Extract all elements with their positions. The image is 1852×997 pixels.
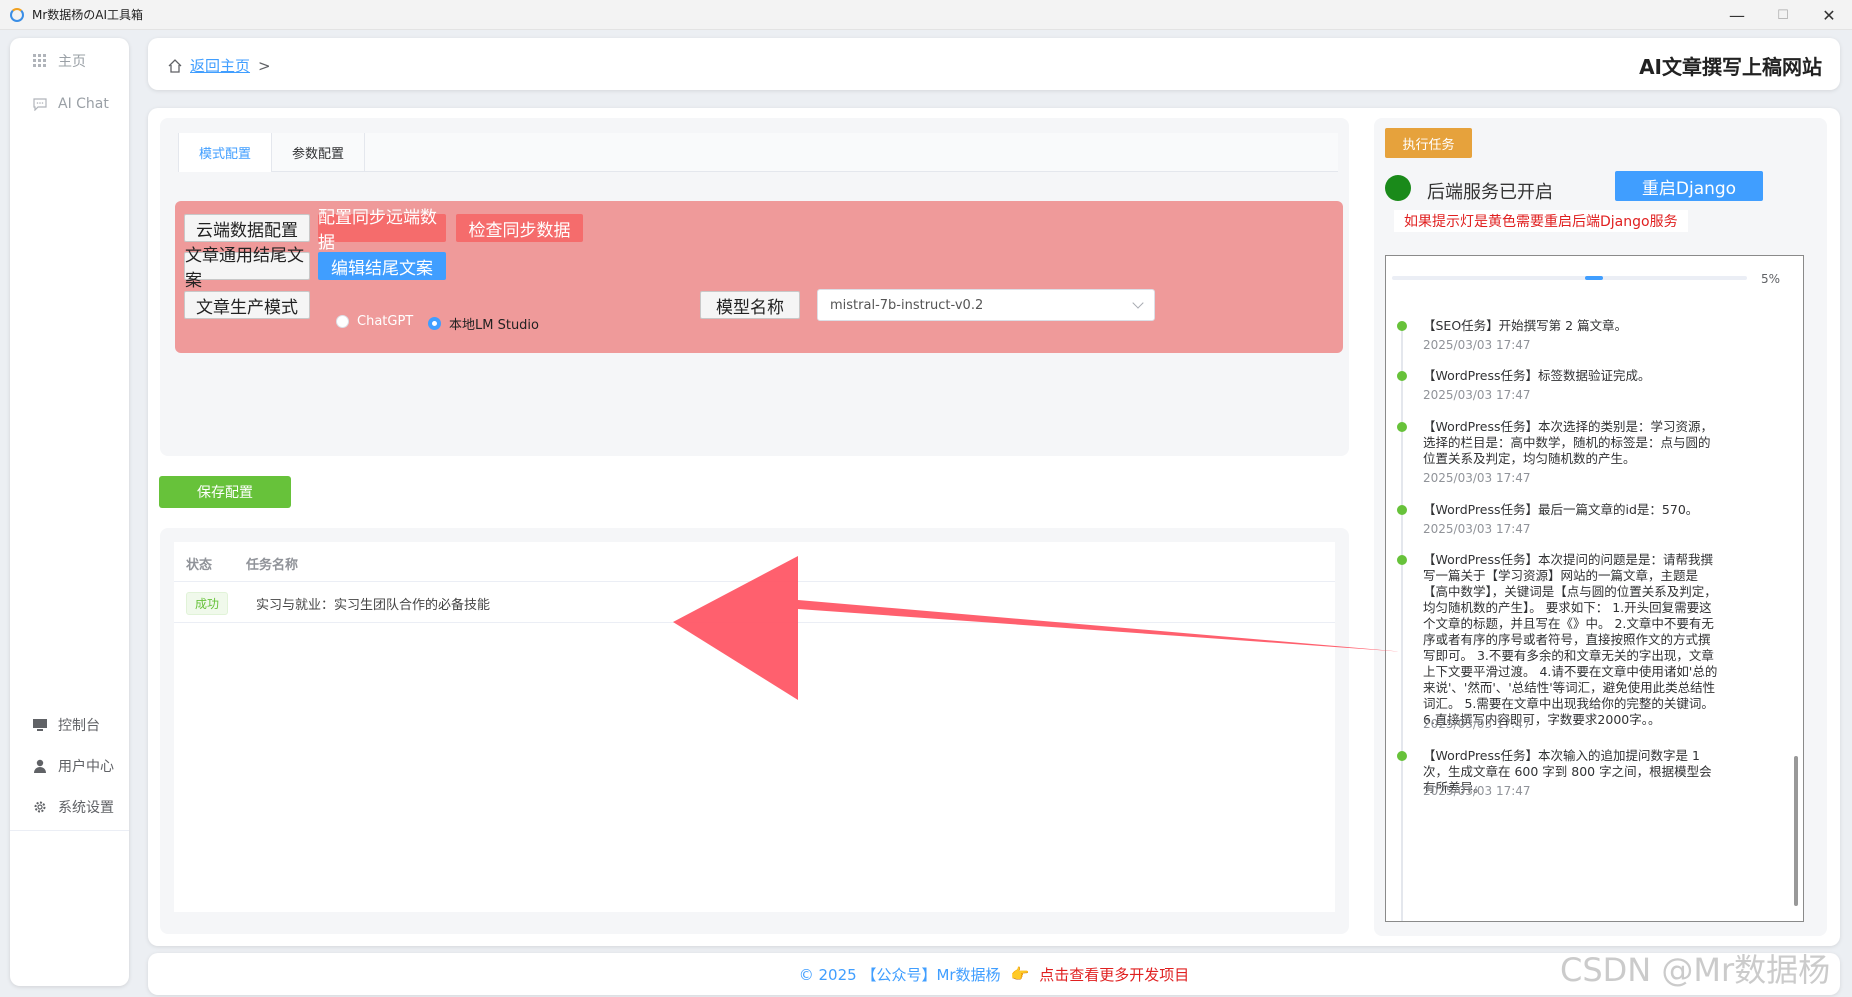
monitor-icon <box>32 717 48 733</box>
sidebar-item-ai-chat[interactable]: AI Chat <box>32 96 109 112</box>
column-header-status: 状态 <box>186 558 213 573</box>
grid-icon <box>32 53 48 69</box>
run-task-button[interactable]: 执行任务 <box>1385 128 1472 158</box>
timeline-dot <box>1397 751 1407 761</box>
timeline-dot <box>1397 505 1407 515</box>
sidebar-item-user-center[interactable]: 用户中心 <box>32 756 114 776</box>
sidebar-item-label: 控制台 <box>58 718 100 734</box>
config-tabs: 模式配置 参数配置 <box>178 133 1338 172</box>
chevron-down-icon <box>1132 297 1144 309</box>
breadcrumb: 返回主页 > <box>168 55 271 76</box>
watermark: CSDN @Mr数据杨 <box>1560 951 1831 989</box>
ending-text-button[interactable]: 文章通用结尾文案 <box>184 246 310 291</box>
timeline-dot <box>1397 371 1407 381</box>
table-header: 状态 任务名称 <box>174 542 1335 582</box>
log-text: 【WordPress任务】标签数据验证完成。 <box>1423 368 1651 383</box>
minimize-icon[interactable]: — <box>1714 0 1760 30</box>
gear-icon <box>32 799 48 815</box>
app-logo-icon <box>10 7 24 22</box>
timeline-dot <box>1397 422 1407 432</box>
config-card: 模式配置 参数配置 云端数据配置 配置同步远端数据 检查同步数据 文章通用结尾文… <box>160 118 1349 456</box>
restart-django-button[interactable]: 重启Django <box>1615 171 1763 201</box>
task-table: 状态 任务名称 成功 实习与就业：实习生团队合作的必备技能 <box>174 542 1335 912</box>
mode-config-panel: 云端数据配置 配置同步远端数据 检查同步数据 文章通用结尾文案 编辑结尾文案 文… <box>175 201 1343 353</box>
sidebar-item-settings[interactable]: 系统设置 <box>32 797 114 817</box>
chat-icon <box>32 96 48 112</box>
pointing-hand-icon: 👉 <box>1010 965 1030 983</box>
window-title: Mr数据杨のAI工具箱 <box>32 8 144 22</box>
radio-label: 本地LM Studio <box>449 318 539 333</box>
log-scrollbar[interactable] <box>1794 756 1798 906</box>
task-runner-panel: 执行任务 后端服务已开启 重启Django 如果提示灯是黄色需要重启后端Djan… <box>1374 118 1827 936</box>
warning-text: 如果提示灯是黄色需要重启后端Django服务 <box>1394 210 1688 232</box>
progress-bar <box>1392 276 1747 280</box>
sidebar-divider <box>10 830 129 831</box>
breadcrumb-separator: > <box>258 56 271 75</box>
task-card: 状态 任务名称 成功 实习与就业：实习生团队合作的必备技能 <box>160 528 1349 934</box>
mode-label-button[interactable]: 文章生产模式 <box>184 291 310 319</box>
log-panel[interactable]: 5% 【SEO任务】开始撰写第 2 篇文章。 2025/03/03 17:47 … <box>1385 255 1804 922</box>
check-sync-button[interactable]: 检查同步数据 <box>456 214 583 242</box>
status-light <box>1385 175 1411 201</box>
table-row[interactable]: 成功 实习与就业：实习生团队合作的必备技能 <box>174 582 1335 623</box>
sidebar-item-console[interactable]: 控制台 <box>32 715 100 735</box>
cloud-config-button[interactable]: 云端数据配置 <box>184 214 310 242</box>
sidebar: 主页 AI Chat 控制台 用户中心 系统设置 <box>10 38 129 986</box>
column-header-task-name: 任务名称 <box>246 558 299 573</box>
backend-status-text: 后端服务已开启 <box>1427 182 1553 203</box>
radio-circle <box>428 317 441 330</box>
header: 返回主页 > AI文章撰写上稿网站 <box>148 38 1840 90</box>
timeline-dot <box>1397 321 1407 331</box>
sidebar-item-home[interactable]: 主页 <box>32 51 86 71</box>
timeline-line <box>1401 325 1403 921</box>
log-text: 【WordPress任务】最后一篇文章的id是：570。 <box>1423 502 1699 517</box>
timeline-dot <box>1397 555 1407 565</box>
log-time: 2025/03/03 17:47 <box>1423 388 1531 402</box>
radio-label: ChatGPT <box>357 314 414 329</box>
log-time: 2025/03/03 17:47 <box>1423 717 1531 731</box>
model-select-value: mistral-7b-instruct-v0.2 <box>830 297 984 313</box>
main-panel: 模式配置 参数配置 云端数据配置 配置同步远端数据 检查同步数据 文章通用结尾文… <box>148 108 1840 946</box>
tab-param-config[interactable]: 参数配置 <box>272 133 366 172</box>
radio-circle <box>336 315 349 328</box>
home-icon[interactable] <box>168 58 182 73</box>
radio-lm-studio[interactable]: 本地LM Studio <box>428 314 539 333</box>
save-config-button[interactable]: 保存配置 <box>159 476 291 508</box>
status-badge: 成功 <box>186 592 229 615</box>
sync-remote-button[interactable]: 配置同步远端数据 <box>318 208 446 253</box>
log-text: 【WordPress任务】本次提问的问题是是：请帮我撰写一篇关于【学习资源】网站… <box>1423 552 1718 727</box>
title-bar: Mr数据杨のAI工具箱 — ☐ ✕ <box>0 0 1852 30</box>
log-text: 【WordPress任务】本次选择的类别是：学习资源，选择的栏目是：高中数学，随… <box>1423 419 1714 466</box>
maximize-icon[interactable]: ☐ <box>1760 0 1806 30</box>
radio-chatgpt[interactable]: ChatGPT <box>336 314 413 329</box>
tab-mode-config[interactable]: 模式配置 <box>178 133 273 172</box>
log-time: 2025/03/03 17:47 <box>1423 784 1531 798</box>
sidebar-item-label: AI Chat <box>58 96 109 112</box>
more-projects-link[interactable]: 点击查看更多开发项目 <box>1039 964 1189 985</box>
back-home-link[interactable]: 返回主页 <box>190 55 250 76</box>
log-time: 2025/03/03 17:47 <box>1423 522 1531 536</box>
model-select[interactable]: mistral-7b-instruct-v0.2 <box>817 289 1155 321</box>
log-time: 2025/03/03 17:47 <box>1423 338 1531 352</box>
task-name: 实习与就业：实习生团队合作的必备技能 <box>256 598 491 613</box>
page-title: AI文章撰写上稿网站 <box>1639 55 1822 79</box>
log-time: 2025/03/03 17:47 <box>1423 471 1531 485</box>
user-icon <box>32 758 48 774</box>
close-icon[interactable]: ✕ <box>1806 0 1852 30</box>
progress-fill <box>1585 276 1603 280</box>
edit-ending-button[interactable]: 编辑结尾文案 <box>318 252 446 280</box>
progress-percent: 5% <box>1761 272 1781 286</box>
log-text: 【SEO任务】开始撰写第 2 篇文章。 <box>1423 318 1628 333</box>
sidebar-item-label: 系统设置 <box>58 800 114 816</box>
model-name-button[interactable]: 模型名称 <box>700 291 800 319</box>
sidebar-item-label: 主页 <box>58 54 86 70</box>
footer-copyright: © 2025 【公众号】Mr数据杨 <box>798 965 1001 984</box>
sidebar-item-label: 用户中心 <box>58 759 114 775</box>
